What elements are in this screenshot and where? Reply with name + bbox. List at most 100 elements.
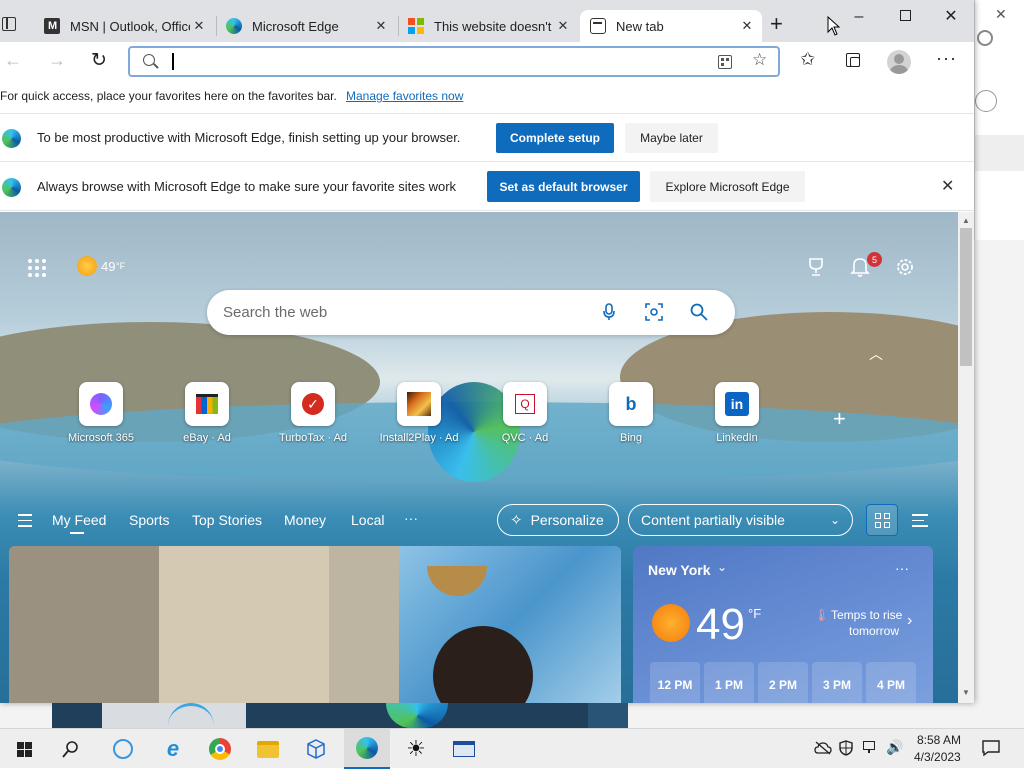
3d-box-app-icon[interactable] [293, 729, 339, 769]
window-close-icon[interactable]: ✕ [928, 6, 974, 28]
feed-tab-my-feed[interactable]: My Feed [52, 512, 106, 528]
feed-tab-top-stories[interactable]: Top Stories [192, 512, 262, 528]
tab-msn[interactable]: M MSN | Outlook, Office ✕ [34, 10, 214, 42]
settings-more-icon[interactable]: ··· [936, 48, 957, 69]
search-submit-icon[interactable] [690, 303, 708, 321]
volume-icon[interactable]: 🔊 [886, 739, 903, 756]
add-shortcut-plus-icon[interactable]: + [833, 406, 846, 432]
tab-actions-icon[interactable] [2, 17, 16, 31]
personalize-button[interactable]: ✧ Personalize [497, 504, 619, 536]
quick-link-turbotax[interactable]: ✓ TurboTax · Ad [261, 382, 365, 444]
tab-title: This website doesn't w [434, 18, 554, 34]
apps-install-icon[interactable] [718, 55, 732, 69]
address-input[interactable] [170, 52, 690, 72]
refresh-icon[interactable]: ↻ [91, 49, 107, 72]
manage-favorites-link[interactable]: Manage favorites now [346, 89, 463, 103]
quick-link-ebay[interactable]: eBay · Ad [155, 382, 259, 444]
hour-slot: 3 PM [812, 662, 862, 703]
favorites-bar-text: For quick access, place your favorites h… [0, 89, 337, 103]
quick-link-microsoft-365[interactable]: Microsoft 365 [49, 382, 153, 444]
back-arrow-icon[interactable]: ← [4, 50, 22, 71]
taskbar-search-icon[interactable] [48, 729, 94, 769]
maybe-later-button[interactable]: Maybe later [625, 123, 718, 153]
page-scrollbar[interactable]: ▲ ▼ [958, 212, 974, 703]
microsoft-365-icon [79, 382, 123, 426]
brightness-sun-app-icon[interactable]: ☀ [393, 729, 439, 769]
sun-weather-icon[interactable] [77, 256, 97, 276]
quick-link-linkedin[interactable]: in LinkedIn [685, 382, 789, 444]
tab-close-icon[interactable]: ✕ [554, 18, 572, 34]
banner-close-icon[interactable]: ✕ [941, 176, 954, 196]
set-default-browser-button[interactable]: Set as default browser [487, 171, 640, 202]
scrollbar-thumb[interactable] [960, 228, 972, 366]
quick-link-qvc[interactable]: Q QVC · Ad [473, 382, 577, 444]
tab-close-icon[interactable]: ✕ [372, 18, 390, 34]
desktop-app-icon[interactable] [441, 729, 487, 769]
file-explorer-icon[interactable] [245, 729, 291, 769]
add-favorite-icon[interactable]: ☆ [752, 50, 767, 70]
network-icon[interactable] [863, 741, 881, 755]
ebay-bag-icon [185, 382, 229, 426]
scroll-down-arrow-icon[interactable]: ▼ [962, 688, 970, 697]
minimize-icon[interactable]: – [836, 8, 882, 30]
list-layout-icon[interactable] [912, 514, 928, 527]
tab-close-icon[interactable]: ✕ [738, 18, 756, 34]
quick-link-install2play[interactable]: Install2Play · Ad [367, 382, 471, 444]
chevron-right-icon[interactable]: › [907, 612, 912, 630]
security-shield-icon[interactable] [839, 740, 853, 756]
profile-avatar[interactable] [887, 50, 911, 74]
quick-link-bing[interactable]: b Bing [579, 382, 683, 444]
explore-edge-button[interactable]: Explore Microsoft Edge [650, 171, 805, 202]
clock-date[interactable]: 4/3/2023 [914, 750, 961, 764]
feed-more-icon[interactable]: ··· [404, 510, 418, 526]
apps-launcher-icon[interactable] [27, 258, 47, 278]
onedrive-offline-icon[interactable] [814, 741, 832, 755]
content-visibility-dropdown[interactable]: Content partially visible ⌄ [628, 504, 853, 536]
collapse-chevron-up-icon[interactable]: ︿ [869, 344, 883, 364]
internet-explorer-icon[interactable]: e [150, 729, 196, 769]
edge-taskbar-icon[interactable] [344, 729, 390, 769]
content-visibility-label: Content partially visible [641, 512, 785, 528]
feed-tab-money[interactable]: Money [284, 512, 326, 528]
page-settings-gear-icon[interactable] [895, 257, 915, 277]
tab-close-icon[interactable]: ✕ [190, 18, 208, 34]
tab-new-tab[interactable]: New tab ✕ [580, 10, 762, 42]
rewards-trophy-icon[interactable] [807, 257, 825, 277]
web-search-box[interactable]: Search the web [207, 290, 735, 335]
weather-temp[interactable]: 49 [101, 259, 115, 274]
address-bar[interactable]: ☆ [128, 46, 780, 77]
feed-tab-local[interactable]: Local [351, 512, 384, 528]
gear-icon[interactable] [977, 30, 993, 46]
notification-center-icon[interactable] [982, 740, 1000, 757]
quick-link-label: QVC · Ad [501, 432, 549, 444]
cortana-icon[interactable] [100, 729, 146, 769]
chrome-icon[interactable] [197, 729, 243, 769]
chevron-down-icon[interactable]: ⌄ [717, 560, 727, 574]
news-card-image[interactable] [9, 546, 621, 703]
weather-city[interactable]: New York [648, 562, 711, 578]
search-person-icon[interactable] [975, 90, 997, 112]
taskbar: e ☀ 🔊 8:58 AM 4/3/2023 [0, 728, 1024, 769]
close-icon[interactable]: ✕ [995, 6, 1007, 23]
card-more-icon[interactable]: ··· [895, 560, 909, 576]
tab-website-error[interactable]: This website doesn't w ✕ [398, 10, 578, 42]
forward-arrow-icon[interactable]: → [48, 50, 66, 71]
visual-search-icon[interactable] [645, 303, 663, 321]
default-banner-text: Always browse with Microsoft Edge to mak… [37, 179, 457, 194]
text-caret [172, 53, 174, 70]
weather-card[interactable]: New York ⌄ ··· 49 °F 🌡 Temps to rise tom… [633, 546, 933, 703]
favorites-icon[interactable]: ✩ [800, 49, 815, 70]
start-windows-icon[interactable] [1, 729, 47, 769]
voice-search-mic-icon[interactable] [603, 303, 615, 321]
tab-microsoft-edge[interactable]: Microsoft Edge ✕ [216, 10, 396, 42]
clock-time[interactable]: 8:58 AM [917, 733, 961, 747]
mouse-cursor-icon [827, 16, 841, 36]
complete-setup-button[interactable]: Complete setup [496, 123, 614, 153]
collections-icon[interactable] [846, 53, 860, 67]
maximize-icon[interactable] [882, 10, 928, 32]
scroll-up-arrow-icon[interactable]: ▲ [962, 216, 970, 225]
grid-layout-icon[interactable] [866, 504, 898, 536]
feed-menu-hamburger-icon[interactable] [18, 514, 32, 527]
new-tab-plus-icon[interactable]: + [770, 13, 783, 35]
feed-tab-sports[interactable]: Sports [129, 512, 169, 528]
